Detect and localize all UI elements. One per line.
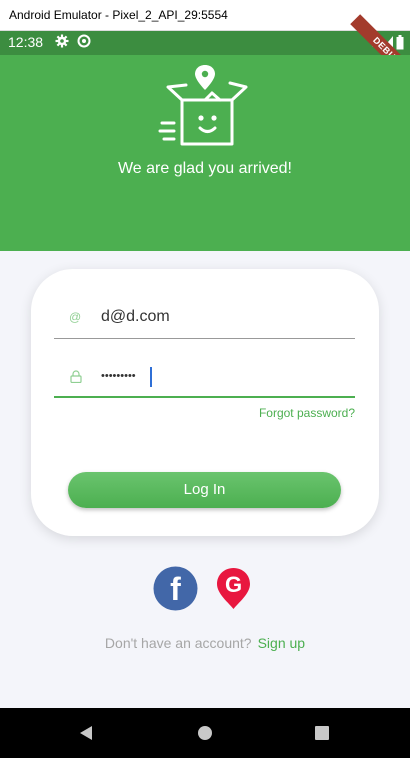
login-button[interactable]: Log In [68,472,341,508]
password-field[interactable]: ••••••••• [54,358,355,398]
window-titlebar: Android Emulator - Pixel_2_API_29:5554 [0,0,410,31]
facebook-login-button[interactable]: f [153,566,198,611]
settings-icon [55,34,69,48]
sync-icon [77,34,91,48]
at-icon: @ [69,310,82,324]
login-card: @ d@d.com ••••••••• Forgot password? Log… [31,269,379,536]
window-title: Android Emulator - Pixel_2_API_29:5554 [9,8,228,22]
header-banner: We are glad you arrived! [0,55,410,251]
welcome-message: We are glad you arrived! [117,160,292,177]
email-field[interactable]: @ d@d.com [54,299,355,339]
google-icon: G [225,572,242,597]
status-time: 12:38 [8,34,44,50]
battery-icon [396,35,404,50]
recents-icon[interactable] [315,726,329,740]
signup-prompt: Don't have an account? [104,635,252,651]
status-bar: 12:38 [0,31,410,55]
lock-icon [70,370,82,383]
text-cursor [150,367,152,387]
main-content: @ d@d.com ••••••••• Forgot password? Log… [0,251,410,708]
email-underline [54,338,355,339]
signup-row: Don't have an account? Sign up [0,635,410,651]
navigation-bar [0,708,410,758]
back-icon[interactable] [78,725,94,741]
google-login-button[interactable]: G [215,566,252,611]
home-icon[interactable] [197,725,213,741]
forgot-password-link[interactable]: Forgot password? [259,406,355,420]
signup-link[interactable]: Sign up [258,635,305,651]
email-value: d@d.com [101,308,170,325]
facebook-icon: f [170,571,181,607]
delivery-box-logo-icon [158,65,248,146]
password-value: ••••••••• [101,370,136,382]
password-underline [54,396,355,398]
